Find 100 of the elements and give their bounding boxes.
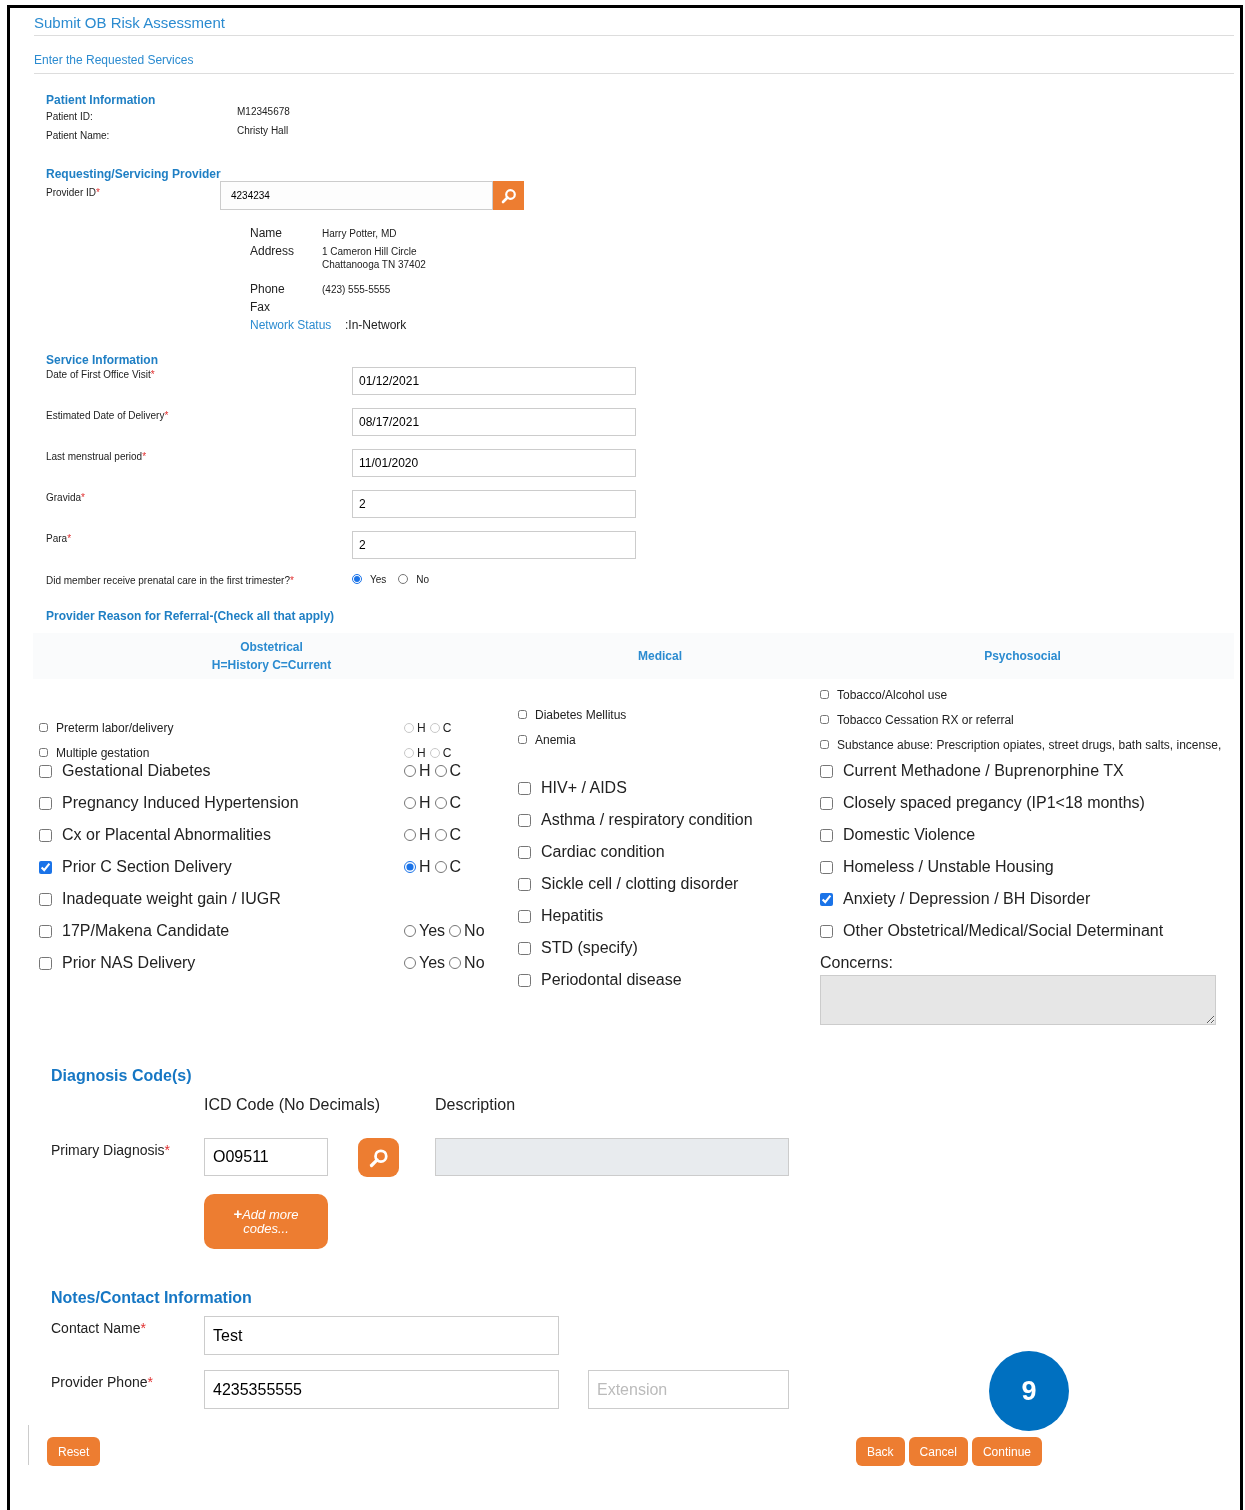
checkbox[interactable]: [39, 860, 52, 874]
field-value: Christy Hall: [237, 125, 289, 136]
checkbox[interactable]: [518, 845, 531, 859]
field-label: Para*: [46, 532, 73, 546]
input-field[interactable]: 2: [352, 490, 636, 518]
checkbox[interactable]: [820, 740, 829, 749]
description-field[interactable]: [435, 1138, 789, 1176]
radio-label: H: [417, 720, 426, 735]
radio-button[interactable]: [352, 574, 362, 584]
checkbox[interactable]: [518, 735, 527, 744]
radio-button[interactable]: [404, 861, 416, 873]
radio-button[interactable]: [429, 747, 440, 758]
radio-button[interactable]: [404, 925, 416, 937]
input-field[interactable]: 11/01/2020: [352, 449, 636, 477]
checkbox[interactable]: [39, 924, 52, 938]
input-field[interactable]: 01/12/2021: [352, 367, 636, 395]
concerns-field[interactable]: [820, 975, 1216, 1025]
checkbox[interactable]: [518, 909, 531, 923]
checkbox[interactable]: [39, 956, 52, 970]
checkbox[interactable]: [518, 781, 531, 795]
detail-label: Address: [250, 243, 296, 260]
radio-button[interactable]: [434, 861, 447, 873]
checkbox-label: Other Obstetrical/Medical/Social Determinant: [843, 922, 1164, 940]
radio-button[interactable]: [434, 765, 447, 777]
checkbox[interactable]: [39, 764, 52, 778]
checkbox[interactable]: [820, 860, 833, 874]
radio-label: Yes: [419, 922, 446, 940]
radio-button[interactable]: [434, 797, 447, 809]
radio-button[interactable]: [404, 747, 414, 758]
checkbox-label: Domestic Violence: [843, 826, 976, 844]
radio-button[interactable]: [404, 957, 416, 969]
checkbox[interactable]: [39, 796, 52, 810]
checkbox[interactable]: [518, 877, 531, 891]
detail-value: Chattanooga TN 37402: [322, 258, 426, 271]
column-heading: H=History C=Current: [211, 657, 332, 674]
field-label: Last menstrual period*: [46, 450, 148, 464]
checkbox[interactable]: [820, 690, 829, 699]
radio-button[interactable]: [398, 574, 409, 584]
extension-field[interactable]: Extension: [588, 1370, 789, 1409]
page-subtitle: Enter the Requested Services: [34, 53, 1234, 74]
provider-id-field[interactable]: 4234234: [220, 181, 493, 210]
field-label: Patient Name:: [46, 130, 111, 141]
checkbox[interactable]: [518, 710, 527, 719]
column-heading: Obstetrical: [240, 639, 303, 656]
checkbox-label: Anemia: [535, 732, 576, 747]
input-field[interactable]: 08/17/2021: [352, 408, 636, 436]
input-field[interactable]: 4235355555: [204, 1370, 559, 1409]
checkbox-label: Current Methadone / Buprenorphine TX: [843, 762, 1124, 780]
checkbox-label: Cardiac condition: [541, 843, 665, 861]
checkbox-label: Diabetes Mellitus: [535, 707, 627, 722]
checkbox[interactable]: [518, 973, 531, 987]
radio-button[interactable]: [449, 925, 462, 937]
field-label: Contact Name*: [51, 1319, 147, 1336]
column-heading: ICD Code (No Decimals): [204, 1096, 382, 1114]
checkbox[interactable]: [820, 924, 833, 938]
input-field[interactable]: 2: [352, 531, 636, 559]
checkbox-label: Prior C Section Delivery: [62, 858, 232, 876]
radio-button[interactable]: [404, 797, 416, 809]
radio-button[interactable]: [449, 957, 462, 969]
search-button[interactable]: [358, 1138, 399, 1177]
section-heading: Diagnosis Code(s): [51, 1067, 193, 1085]
section-heading: Service Information: [46, 353, 160, 367]
field-label: Estimated Date of Delivery*: [46, 409, 170, 423]
search-icon: [368, 1147, 389, 1168]
step-badge: 9: [989, 1351, 1069, 1431]
detail-value: Harry Potter, MD: [322, 227, 397, 240]
radio-label: H: [417, 745, 426, 760]
checkbox-label: Preterm labor/delivery: [56, 720, 174, 735]
radio-label: H: [419, 762, 431, 780]
radio-label: No: [464, 954, 485, 972]
detail-label: Name: [250, 225, 283, 241]
checkbox[interactable]: [39, 723, 48, 732]
radio-label: H: [419, 858, 431, 876]
checkbox-label: HIV+ / AIDS: [541, 779, 627, 797]
checkbox[interactable]: [820, 892, 833, 906]
field-label: Primary Diagnosis*: [51, 1141, 172, 1158]
radio-button[interactable]: [404, 765, 416, 777]
checkbox-label: Multiple gestation: [56, 745, 150, 760]
checkbox[interactable]: [39, 748, 48, 757]
radio-button[interactable]: [434, 829, 447, 841]
input-field[interactable]: Test: [204, 1316, 559, 1355]
checkbox[interactable]: [518, 813, 531, 827]
checkbox[interactable]: [518, 941, 531, 955]
radio-button[interactable]: [429, 722, 440, 733]
checkbox-label: Periodontal disease: [541, 971, 682, 989]
column-heading: Psychosocial: [984, 648, 1061, 665]
search-button[interactable]: [493, 181, 524, 210]
radio-label: C: [449, 858, 462, 876]
icd-code-field[interactable]: O09511: [204, 1138, 328, 1176]
checkbox[interactable]: [820, 828, 833, 842]
checkbox-label: Tobacco/Alcohol use: [837, 687, 948, 702]
section-heading: Notes/Contact Information: [51, 1289, 253, 1307]
checkbox[interactable]: [820, 764, 833, 778]
checkbox[interactable]: [820, 715, 829, 724]
checkbox[interactable]: [39, 892, 52, 906]
checkbox[interactable]: [820, 796, 833, 810]
radio-button[interactable]: [404, 722, 414, 733]
field-value: M12345678: [237, 106, 290, 117]
checkbox[interactable]: [39, 828, 52, 842]
radio-button[interactable]: [404, 829, 416, 841]
